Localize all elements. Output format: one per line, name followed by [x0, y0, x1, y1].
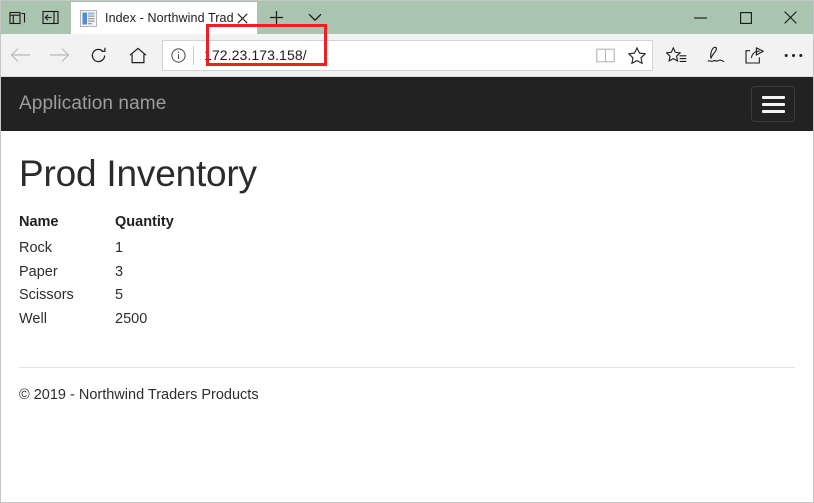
forward-arrow-icon[interactable]: [40, 36, 79, 75]
task-view-icon[interactable]: [1, 1, 34, 34]
home-icon[interactable]: [118, 36, 157, 75]
tab-title: Index - Northwind Trad: [105, 11, 233, 25]
table-row: Paper 3: [19, 261, 174, 284]
inventory-table-body: Rock 1 Paper 3 Scissors 5 Well 2500: [19, 237, 174, 331]
share-icon[interactable]: [735, 36, 774, 75]
back-arrow-icon[interactable]: [1, 36, 40, 75]
table-row: Well 2500: [19, 308, 174, 331]
inventory-table: Name Quantity Rock 1 Paper 3 Scissors 5 …: [19, 211, 174, 331]
cell-quantity: 1: [115, 240, 124, 257]
column-header-name: Name: [19, 214, 59, 230]
table-header-row: Name Quantity: [19, 211, 174, 237]
hamburger-menu-icon[interactable]: [751, 86, 795, 122]
footer-copyright: © 2019 - Northwind Traders Products: [19, 387, 259, 404]
navbar-brand[interactable]: Application name: [19, 93, 166, 115]
titlebar: Index - Northwind Trad: [1, 1, 813, 34]
hamburger-bar: [761, 95, 785, 99]
set-aside-tabs-icon[interactable]: [34, 1, 67, 34]
star-icon[interactable]: [621, 41, 652, 70]
cell-name: Paper: [19, 263, 58, 280]
browser-tab[interactable]: Index - Northwind Trad: [71, 2, 257, 34]
tab-list-chevron-down-icon[interactable]: [295, 1, 335, 34]
browser-toolbar: 172.23.173.158/: [1, 24, 813, 77]
address-bar[interactable]: 172.23.173.158/: [162, 39, 653, 71]
page-content: Application name Prod Inventory Name Qua…: [1, 77, 813, 502]
cell-name: Scissors: [19, 287, 74, 304]
favorites-hub-icon[interactable]: [657, 36, 696, 75]
tab-close-icon[interactable]: [233, 9, 251, 27]
refresh-icon[interactable]: [79, 36, 118, 75]
minimize-button[interactable]: [678, 1, 723, 34]
app-navbar: Application name: [1, 77, 813, 131]
cell-quantity: 5: [115, 287, 124, 304]
browser-window: Index - Northwind Trad 172.23.173.158/ A…: [0, 0, 814, 503]
info-icon[interactable]: [163, 41, 193, 70]
cell-quantity: 2500: [115, 310, 148, 327]
hamburger-bar: [761, 102, 785, 106]
hamburger-bar: [761, 109, 785, 113]
cell-name: Rock: [19, 240, 53, 257]
cell-name: Well: [19, 310, 47, 327]
page-container: Prod Inventory Name Quantity Rock 1 Pape…: [1, 153, 813, 403]
inventory-table-head: Name Quantity: [19, 211, 174, 237]
maximize-button[interactable]: [723, 1, 768, 34]
table-row: Scissors 5: [19, 284, 174, 307]
table-row: Rock 1: [19, 237, 174, 260]
new-tab-button[interactable]: [257, 1, 295, 34]
web-notes-pen-icon[interactable]: [696, 36, 735, 75]
titlebar-drag-area: [335, 1, 678, 34]
page-favicon: [80, 9, 97, 27]
reading-view-icon[interactable]: [590, 41, 621, 70]
more-ellipsis-icon[interactable]: [774, 36, 813, 75]
column-header-quantity: Quantity: [115, 214, 174, 230]
address-bar-url[interactable]: 172.23.173.158/: [194, 47, 590, 63]
close-button[interactable]: [768, 1, 813, 34]
cell-quantity: 3: [115, 263, 124, 280]
page-title: Prod Inventory: [19, 153, 257, 194]
footer-divider: [19, 367, 795, 369]
